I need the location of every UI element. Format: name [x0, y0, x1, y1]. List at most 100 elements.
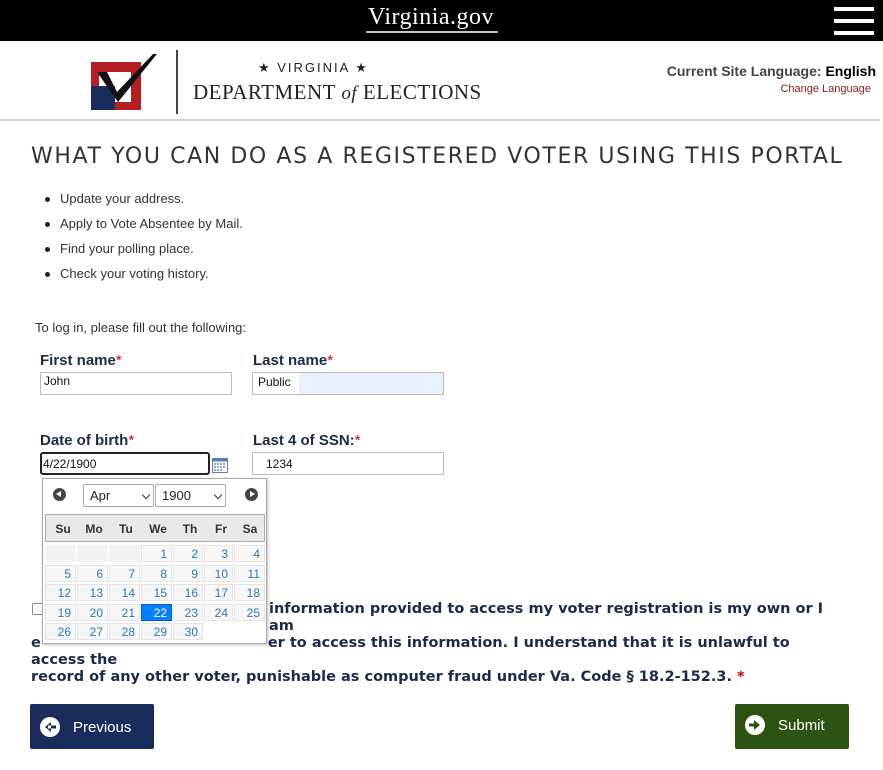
arrow-left-icon: [40, 717, 60, 737]
ssn-label: Last 4 of SSN:*: [253, 432, 361, 449]
calendar-day[interactable]: 19: [45, 603, 76, 621]
weekday-header: Su Mo Tu We Th Fr Sa: [45, 514, 265, 542]
month-select[interactable]: Apr: [83, 484, 154, 507]
calendar-day[interactable]: 18: [234, 584, 265, 601]
dob-label-text: Date of birth: [40, 432, 129, 449]
previous-button-label: Previous: [73, 719, 132, 736]
previous-button[interactable]: Previous: [30, 704, 154, 749]
calendar-day[interactable]: 11: [234, 564, 265, 582]
weekday-label: Th: [182, 522, 198, 536]
calendar-day[interactable]: 17: [204, 584, 233, 601]
calendar-day[interactable]: 6: [77, 564, 108, 582]
calendar-empty-cell: [45, 545, 76, 562]
change-language-link[interactable]: Change Language: [780, 83, 871, 95]
elections-logo-icon[interactable]: [91, 54, 157, 110]
required-mark: *: [354, 432, 361, 449]
calendar-day[interactable]: 5: [45, 564, 76, 582]
brand-underline: [366, 31, 498, 33]
consent-line-3: record of any other voter, punishable as…: [31, 669, 841, 686]
calendar-day[interactable]: 10: [204, 564, 233, 582]
next-month-icon[interactable]: [245, 488, 258, 501]
date-picker[interactable]: Apr 1900 Su Mo Tu We Th Fr Sa 1234567891…: [42, 478, 267, 644]
page-title: WHAT YOU CAN DO AS A REGISTERED VOTER US…: [31, 144, 844, 169]
calendar-icon[interactable]: [212, 458, 228, 473]
calendar-day[interactable]: 25: [234, 603, 265, 621]
ssn-input[interactable]: 1234: [252, 452, 444, 475]
site-header: ★ VIRGINIA ★ DEPARTMENT of ELECTIONS Cur…: [0, 41, 880, 121]
submit-button[interactable]: Submit: [735, 704, 849, 749]
first-name-input[interactable]: John: [40, 372, 232, 395]
weekday-label: We: [149, 522, 167, 536]
last-name-label-text: Last name: [253, 352, 328, 369]
top-bar: Virginia.gov: [0, 0, 883, 41]
calendar-day[interactable]: 23: [173, 603, 203, 621]
chevron-down-icon: [213, 490, 223, 500]
last-name-label: Last name*: [253, 352, 333, 369]
calendar-day[interactable]: 29: [141, 623, 172, 640]
calendar-day[interactable]: 20: [77, 603, 108, 621]
calendar-day[interactable]: 30: [173, 623, 203, 640]
list-item: Apply to Vote Absentee by Mail.: [44, 214, 243, 239]
calendar-day[interactable]: 26: [45, 623, 76, 640]
hamburger-menu-icon[interactable]: [834, 7, 874, 35]
list-item: Check your voting history.: [44, 264, 243, 289]
required-mark: *: [327, 352, 334, 369]
calendar-day[interactable]: 28: [109, 623, 140, 640]
last-name-input[interactable]: Public: [252, 372, 444, 395]
virginia-gov-link[interactable]: Virginia.gov: [0, 4, 862, 31]
logo-divider: [176, 50, 178, 114]
calendar-day[interactable]: 3: [204, 545, 233, 562]
dept-word-elections: ELECTIONS: [362, 80, 482, 104]
submit-button-label: Submit: [778, 717, 825, 734]
login-intro: To log in, please fill out the following…: [35, 320, 247, 335]
current-language-label: Current Site Language:: [666, 63, 822, 79]
year-select-value: 1900: [162, 488, 191, 503]
calendar-day[interactable]: 13: [77, 584, 108, 601]
calendar-empty-cell: [77, 545, 108, 562]
ssn-label-text: Last 4 of SSN:: [253, 432, 355, 449]
dept-name: DEPARTMENT of ELECTIONS: [193, 80, 482, 105]
weekday-label: Mo: [85, 522, 103, 536]
year-select[interactable]: 1900: [155, 484, 226, 507]
calendar-day[interactable]: 24: [204, 603, 233, 621]
calendar-day[interactable]: 2: [173, 545, 203, 562]
list-item: Update your address.: [44, 189, 243, 214]
dept-word-department: DEPARTMENT: [193, 80, 336, 104]
current-language: Current Site Language: English: [667, 63, 876, 79]
dob-label: Date of birth*: [40, 432, 134, 449]
weekday-label: Fr: [215, 522, 227, 536]
calendar-day[interactable]: 8: [141, 564, 172, 582]
month-select-value: Apr: [90, 488, 111, 503]
calendar-day[interactable]: 22: [141, 603, 172, 621]
calendar-day[interactable]: 9: [173, 564, 203, 582]
calendar-day[interactable]: 4: [234, 545, 265, 562]
current-language-value: English: [825, 63, 876, 79]
list-item: Find your polling place.: [44, 239, 243, 264]
calendar-day[interactable]: 27: [77, 623, 108, 640]
feature-list: Update your address. Apply to Vote Absen…: [44, 189, 243, 289]
required-mark: *: [128, 432, 135, 449]
required-mark: *: [115, 352, 122, 369]
weekday-label: Tu: [119, 522, 133, 536]
dept-state-line: ★ VIRGINIA ★: [258, 60, 369, 75]
calendar-day[interactable]: 7: [109, 564, 140, 582]
arrow-right-icon: [745, 715, 765, 735]
dept-word-of: of: [341, 83, 358, 104]
calendar-day[interactable]: 1: [141, 545, 172, 562]
weekday-label: Su: [55, 522, 71, 536]
weekday-label: Sa: [242, 522, 258, 536]
first-name-label-text: First name: [40, 352, 116, 369]
first-name-label: First name*: [40, 352, 122, 369]
calendar-day[interactable]: 14: [109, 584, 140, 601]
prev-month-icon[interactable]: [53, 488, 66, 501]
chevron-down-icon: [141, 490, 151, 500]
calendar-day[interactable]: 15: [141, 584, 172, 601]
required-mark: *: [737, 669, 745, 685]
calendar-day[interactable]: 21: [109, 603, 140, 621]
dob-input[interactable]: 4/22/1900: [40, 452, 210, 475]
calendar-day[interactable]: 12: [45, 584, 76, 601]
calendar-day[interactable]: 16: [173, 584, 203, 601]
date-picker-header: Apr 1900: [43, 479, 266, 513]
consent-line-3-text: record of any other voter, punishable as…: [31, 669, 732, 685]
consent-line-2-start: e: [31, 635, 41, 651]
